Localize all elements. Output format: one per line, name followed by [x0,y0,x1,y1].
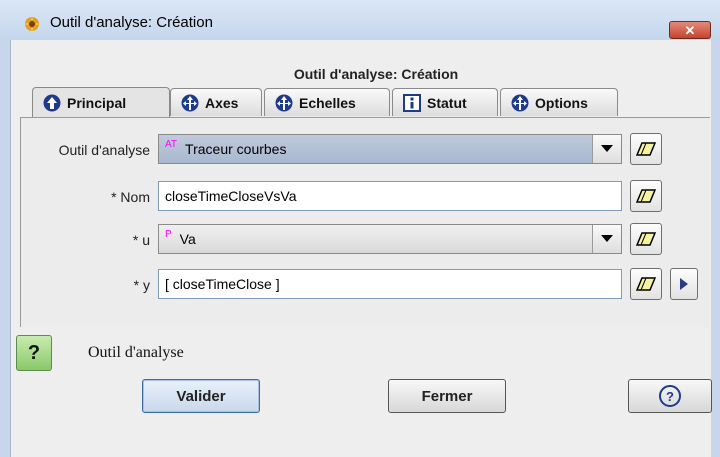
y-field-value: [ closeTimeClose ] [165,276,280,292]
tab-statut-label: Statut [427,94,467,111]
tab-principal[interactable]: Principal [32,87,170,117]
name-field-value: closeTimeCloseVsVa [165,188,297,204]
u-select[interactable]: P Va [158,224,622,254]
eraser-icon [636,142,656,156]
validate-button[interactable]: Valider [142,379,260,413]
u-select-value: Va [179,231,196,247]
tool-select[interactable]: AT Traceur courbes [158,134,622,164]
dialog-window: Outil d'analyse: Création ✕ Outil d'anal… [0,0,720,457]
u-label: * u [132,232,150,248]
info-icon [403,93,421,112]
tab-axes-label: Axes [205,94,239,111]
chevron-down-icon[interactable] [592,225,621,253]
y-field[interactable]: [ closeTimeClose ] [158,269,622,299]
scales-arrows-icon [275,94,293,112]
title-bar: Outil d'analyse: Création ✕ [0,0,720,40]
help-question-icon[interactable]: ? [16,335,52,371]
clear-tool-button[interactable] [630,133,662,165]
u-type-tag: P [165,228,172,240]
eraser-icon [636,232,656,246]
window-title: Outil d'analyse: Création [50,14,213,31]
options-arrows-icon [511,94,529,112]
eraser-icon [636,277,656,291]
clear-u-button[interactable] [630,223,662,255]
play-arrow-icon [680,278,688,290]
help-circle-icon: ? [659,385,681,407]
name-label: * Nom [111,189,150,205]
y-label: * y [133,277,150,293]
help-button[interactable]: ? [628,379,712,413]
tab-echelles[interactable]: Echelles [264,88,390,116]
dialog-heading: Outil d'analyse: Création [293,66,459,82]
tool-type-tag: AT [165,138,178,150]
clear-y-button[interactable] [630,268,662,300]
tab-options-label: Options [535,94,588,111]
tool-select-value: Traceur courbes [185,141,287,157]
clear-name-button[interactable] [630,180,662,212]
tab-echelles-label: Echelles [299,94,356,111]
axes-arrows-icon [181,94,199,112]
tool-label: Outil d'analyse [58,142,150,158]
help-question-label: ? [27,341,41,364]
tab-axes[interactable]: Axes [170,88,262,116]
tab-options[interactable]: Options [500,88,618,116]
app-logo-icon [24,16,40,32]
eraser-icon [636,189,656,203]
close-window-button[interactable]: ✕ [669,21,711,39]
tab-statut[interactable]: Statut [392,88,498,116]
expand-y-button[interactable] [670,268,698,300]
up-arrow-circle-icon [43,94,61,112]
help-text: Outil d'analyse [88,344,184,361]
name-field[interactable]: closeTimeCloseVsVa [158,181,622,211]
close-icon: ✕ [684,23,696,38]
tab-principal-label: Principal [67,94,127,111]
close-button[interactable]: Fermer [388,379,506,413]
chevron-down-icon[interactable] [592,135,621,163]
